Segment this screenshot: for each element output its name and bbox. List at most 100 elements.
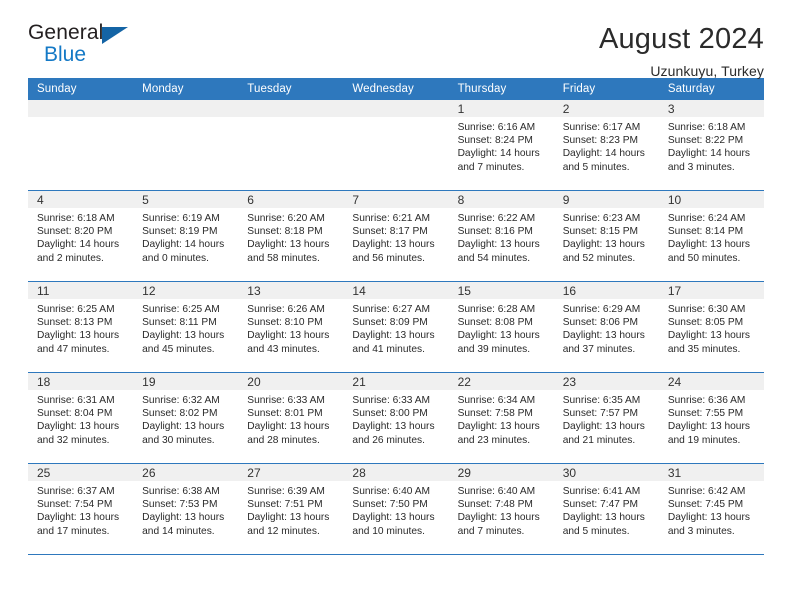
weekday-header-wednesday: Wednesday xyxy=(343,78,449,100)
sunset-text: Sunset: 8:22 PM xyxy=(667,135,744,147)
day-sun-info: Sunrise: 6:32 AM Sunset: 8:02 PM Daylight:… xyxy=(133,390,238,447)
page-title: August 2024 xyxy=(598,23,764,55)
daylight-text-line2: and 41 minutes. xyxy=(352,343,425,355)
calendar-day-cell[interactable]: 13 Sunrise: 6:26 AM Sunset: 8:10 PM Dayligh… xyxy=(238,281,344,373)
day-sun-info: Sunrise: 6:19 AM Sunset: 8:19 PM Daylight:… xyxy=(133,208,238,265)
sunset-text: Sunset: 7:55 PM xyxy=(667,408,744,420)
calendar-day-cell[interactable]: 24 Sunrise: 6:36 AM Sunset: 7:55 PM Dayligh… xyxy=(658,372,764,464)
calendar-week-row: 4 Sunrise: 6:18 AM Sunset: 8:20 PM Daylight… xyxy=(28,190,764,282)
calendar-body: 1 Sunrise: 6:16 AM Sunset: 8:24 PM Daylight… xyxy=(28,100,764,555)
daylight-text-line1: Daylight: 13 hours xyxy=(142,330,225,342)
calendar-day-cell[interactable]: 18 Sunrise: 6:31 AM Sunset: 8:04 PM Dayligh… xyxy=(28,372,134,464)
day-sun-info: Sunrise: 6:16 AM Sunset: 8:24 PM Daylight:… xyxy=(449,117,554,174)
calendar-day-cell[interactable]: 19 Sunrise: 6:32 AM Sunset: 8:02 PM Dayligh… xyxy=(133,372,239,464)
calendar-day-cell[interactable]: 20 Sunrise: 6:33 AM Sunset: 8:01 PM Dayligh… xyxy=(238,372,344,464)
sunrise-text: Sunrise: 6:25 AM xyxy=(37,304,115,315)
daylight-text-line2: and 56 minutes. xyxy=(352,252,425,264)
sunset-text: Sunset: 8:04 PM xyxy=(37,408,113,420)
calendar-day-cell[interactable]: 3 Sunrise: 6:18 AM Sunset: 8:22 PM Daylight… xyxy=(658,100,764,191)
sunset-text: Sunset: 8:24 PM xyxy=(457,135,533,147)
day-number xyxy=(238,100,344,117)
weekday-header-monday: Monday xyxy=(133,78,239,100)
location-subtitle: Uzunkuyu, Turkey xyxy=(650,62,764,79)
calendar-day-cell[interactable]: 4 Sunrise: 6:18 AM Sunset: 8:20 PM Daylight… xyxy=(28,190,134,282)
day-sun-info: Sunrise: 6:18 AM Sunset: 8:20 PM Daylight:… xyxy=(28,208,133,265)
calendar-week-row: 18 Sunrise: 6:31 AM Sunset: 8:04 PM Dayligh… xyxy=(28,372,764,464)
daylight-text-line2: and 21 minutes. xyxy=(562,434,636,446)
calendar-day-cell[interactable]: 17 Sunrise: 6:30 AM Sunset: 8:05 PM Dayligh… xyxy=(658,281,764,373)
sunrise-text: Sunrise: 6:39 AM xyxy=(247,486,325,497)
sunset-text: Sunset: 8:00 PM xyxy=(352,408,428,420)
day-number: 5 xyxy=(133,191,239,208)
sunrise-text: Sunrise: 6:38 AM xyxy=(142,486,220,497)
calendar-day-cell[interactable]: 28 Sunrise: 6:40 AM Sunset: 7:50 PM Dayligh… xyxy=(343,463,449,555)
calendar-day-cell[interactable]: 9 Sunrise: 6:23 AM Sunset: 8:15 PM Daylight… xyxy=(553,190,659,282)
day-number: 30 xyxy=(553,464,659,481)
sunset-text: Sunset: 8:06 PM xyxy=(562,317,639,329)
day-number: 4 xyxy=(28,191,134,208)
daylight-text-line1: Daylight: 13 hours xyxy=(247,239,330,251)
day-number xyxy=(343,100,449,117)
sunrise-text: Sunrise: 6:33 AM xyxy=(247,395,325,406)
daylight-text-line1: Daylight: 13 hours xyxy=(562,330,645,342)
sunset-text: Sunset: 8:10 PM xyxy=(247,317,323,329)
calendar-day-cell[interactable]: 1 Sunrise: 6:16 AM Sunset: 8:24 PM Daylight… xyxy=(448,100,554,191)
calendar-day-cell[interactable]: 14 Sunrise: 6:27 AM Sunset: 8:09 PM Dayligh… xyxy=(343,281,449,373)
daylight-text-line2: and 7 minutes. xyxy=(457,525,525,537)
daylight-text-line1: Daylight: 13 hours xyxy=(352,330,435,342)
sunset-text: Sunset: 8:05 PM xyxy=(667,317,744,329)
calendar-day-cell[interactable]: 7 Sunrise: 6:21 AM Sunset: 8:17 PM Daylight… xyxy=(343,190,449,282)
calendar-day-cell[interactable]: 12 Sunrise: 6:25 AM Sunset: 8:11 PM Dayligh… xyxy=(133,281,239,373)
daylight-text-line1: Daylight: 14 hours xyxy=(562,148,645,160)
calendar-day-cell[interactable]: 6 Sunrise: 6:20 AM Sunset: 8:18 PM Daylight… xyxy=(238,190,344,282)
day-sun-info: Sunrise: 6:22 AM Sunset: 8:16 PM Daylight:… xyxy=(449,208,554,265)
calendar-week-row: 1 Sunrise: 6:16 AM Sunset: 8:24 PM Daylight… xyxy=(28,100,764,191)
calendar-day-cell[interactable]: 15 Sunrise: 6:28 AM Sunset: 8:08 PM Dayligh… xyxy=(448,281,554,373)
sunset-text: Sunset: 8:23 PM xyxy=(562,135,639,147)
sunset-text: Sunset: 7:53 PM xyxy=(142,499,218,511)
sunrise-text: Sunrise: 6:16 AM xyxy=(457,122,536,133)
daylight-text-line2: and 54 minutes. xyxy=(457,252,531,264)
calendar-day-cell[interactable]: 29 Sunrise: 6:40 AM Sunset: 7:48 PM Dayligh… xyxy=(448,463,554,555)
day-sun-info: Sunrise: 6:39 AM Sunset: 7:51 PM Daylight:… xyxy=(238,481,343,538)
calendar-day-cell[interactable]: 25 Sunrise: 6:37 AM Sunset: 7:54 PM Dayligh… xyxy=(28,463,134,555)
daylight-text-line2: and 45 minutes. xyxy=(142,343,215,355)
triangle-icon xyxy=(102,27,128,44)
day-number: 7 xyxy=(343,191,449,208)
calendar-day-cell[interactable]: 27 Sunrise: 6:39 AM Sunset: 7:51 PM Dayligh… xyxy=(238,463,344,555)
day-number: 3 xyxy=(658,100,764,117)
day-sun-info: Sunrise: 6:29 AM Sunset: 8:06 PM Daylight:… xyxy=(554,299,659,356)
calendar-day-cell[interactable]: 26 Sunrise: 6:38 AM Sunset: 7:53 PM Dayligh… xyxy=(133,463,239,555)
day-sun-info: Sunrise: 6:31 AM Sunset: 8:04 PM Daylight:… xyxy=(28,390,133,447)
calendar-day-cell[interactable]: 16 Sunrise: 6:29 AM Sunset: 8:06 PM Dayligh… xyxy=(553,281,659,373)
sunrise-text: Sunrise: 6:40 AM xyxy=(457,486,536,497)
calendar-day-cell[interactable]: 23 Sunrise: 6:35 AM Sunset: 7:57 PM Dayligh… xyxy=(553,372,659,464)
brand-logo[interactable]: General Blue xyxy=(28,22,148,70)
daylight-text-line2: and 23 minutes. xyxy=(457,434,531,446)
day-sun-info: Sunrise: 6:25 AM Sunset: 8:13 PM Daylight:… xyxy=(28,299,133,356)
calendar-day-cell[interactable]: 2 Sunrise: 6:17 AM Sunset: 8:23 PM Daylight… xyxy=(553,100,659,191)
calendar-day-cell[interactable]: 21 Sunrise: 6:33 AM Sunset: 8:00 PM Dayligh… xyxy=(343,372,449,464)
calendar-day-cell[interactable]: 30 Sunrise: 6:41 AM Sunset: 7:47 PM Dayligh… xyxy=(553,463,659,555)
sunset-text: Sunset: 7:48 PM xyxy=(457,499,533,511)
day-sun-info: Sunrise: 6:38 AM Sunset: 7:53 PM Daylight:… xyxy=(133,481,238,538)
day-sun-info: Sunrise: 6:21 AM Sunset: 8:17 PM Daylight:… xyxy=(343,208,448,265)
sunset-text: Sunset: 7:47 PM xyxy=(562,499,639,511)
day-number: 17 xyxy=(658,282,764,299)
calendar-day-cell[interactable]: 11 Sunrise: 6:25 AM Sunset: 8:13 PM Dayligh… xyxy=(28,281,134,373)
sunset-text: Sunset: 7:54 PM xyxy=(37,499,113,511)
calendar-day-cell[interactable]: 10 Sunrise: 6:24 AM Sunset: 8:14 PM Dayligh… xyxy=(658,190,764,282)
sunrise-text: Sunrise: 6:24 AM xyxy=(667,213,746,224)
sunrise-text: Sunrise: 6:36 AM xyxy=(667,395,746,406)
day-number xyxy=(133,100,239,117)
daylight-text-line2: and 47 minutes. xyxy=(37,343,110,355)
calendar-day-cell[interactable]: 31 Sunrise: 6:42 AM Sunset: 7:45 PM Dayligh… xyxy=(658,463,764,555)
calendar-day-cell[interactable]: 5 Sunrise: 6:19 AM Sunset: 8:19 PM Daylight… xyxy=(133,190,239,282)
daylight-text-line2: and 12 minutes. xyxy=(247,525,320,537)
daylight-text-line1: Daylight: 13 hours xyxy=(667,512,750,524)
day-number: 15 xyxy=(448,282,554,299)
calendar-day-cell[interactable]: 22 Sunrise: 6:34 AM Sunset: 7:58 PM Dayligh… xyxy=(448,372,554,464)
calendar-day-cell[interactable]: 8 Sunrise: 6:22 AM Sunset: 8:16 PM Daylight… xyxy=(448,190,554,282)
day-number: 28 xyxy=(343,464,449,481)
daylight-text-line2: and 5 minutes. xyxy=(562,161,630,173)
